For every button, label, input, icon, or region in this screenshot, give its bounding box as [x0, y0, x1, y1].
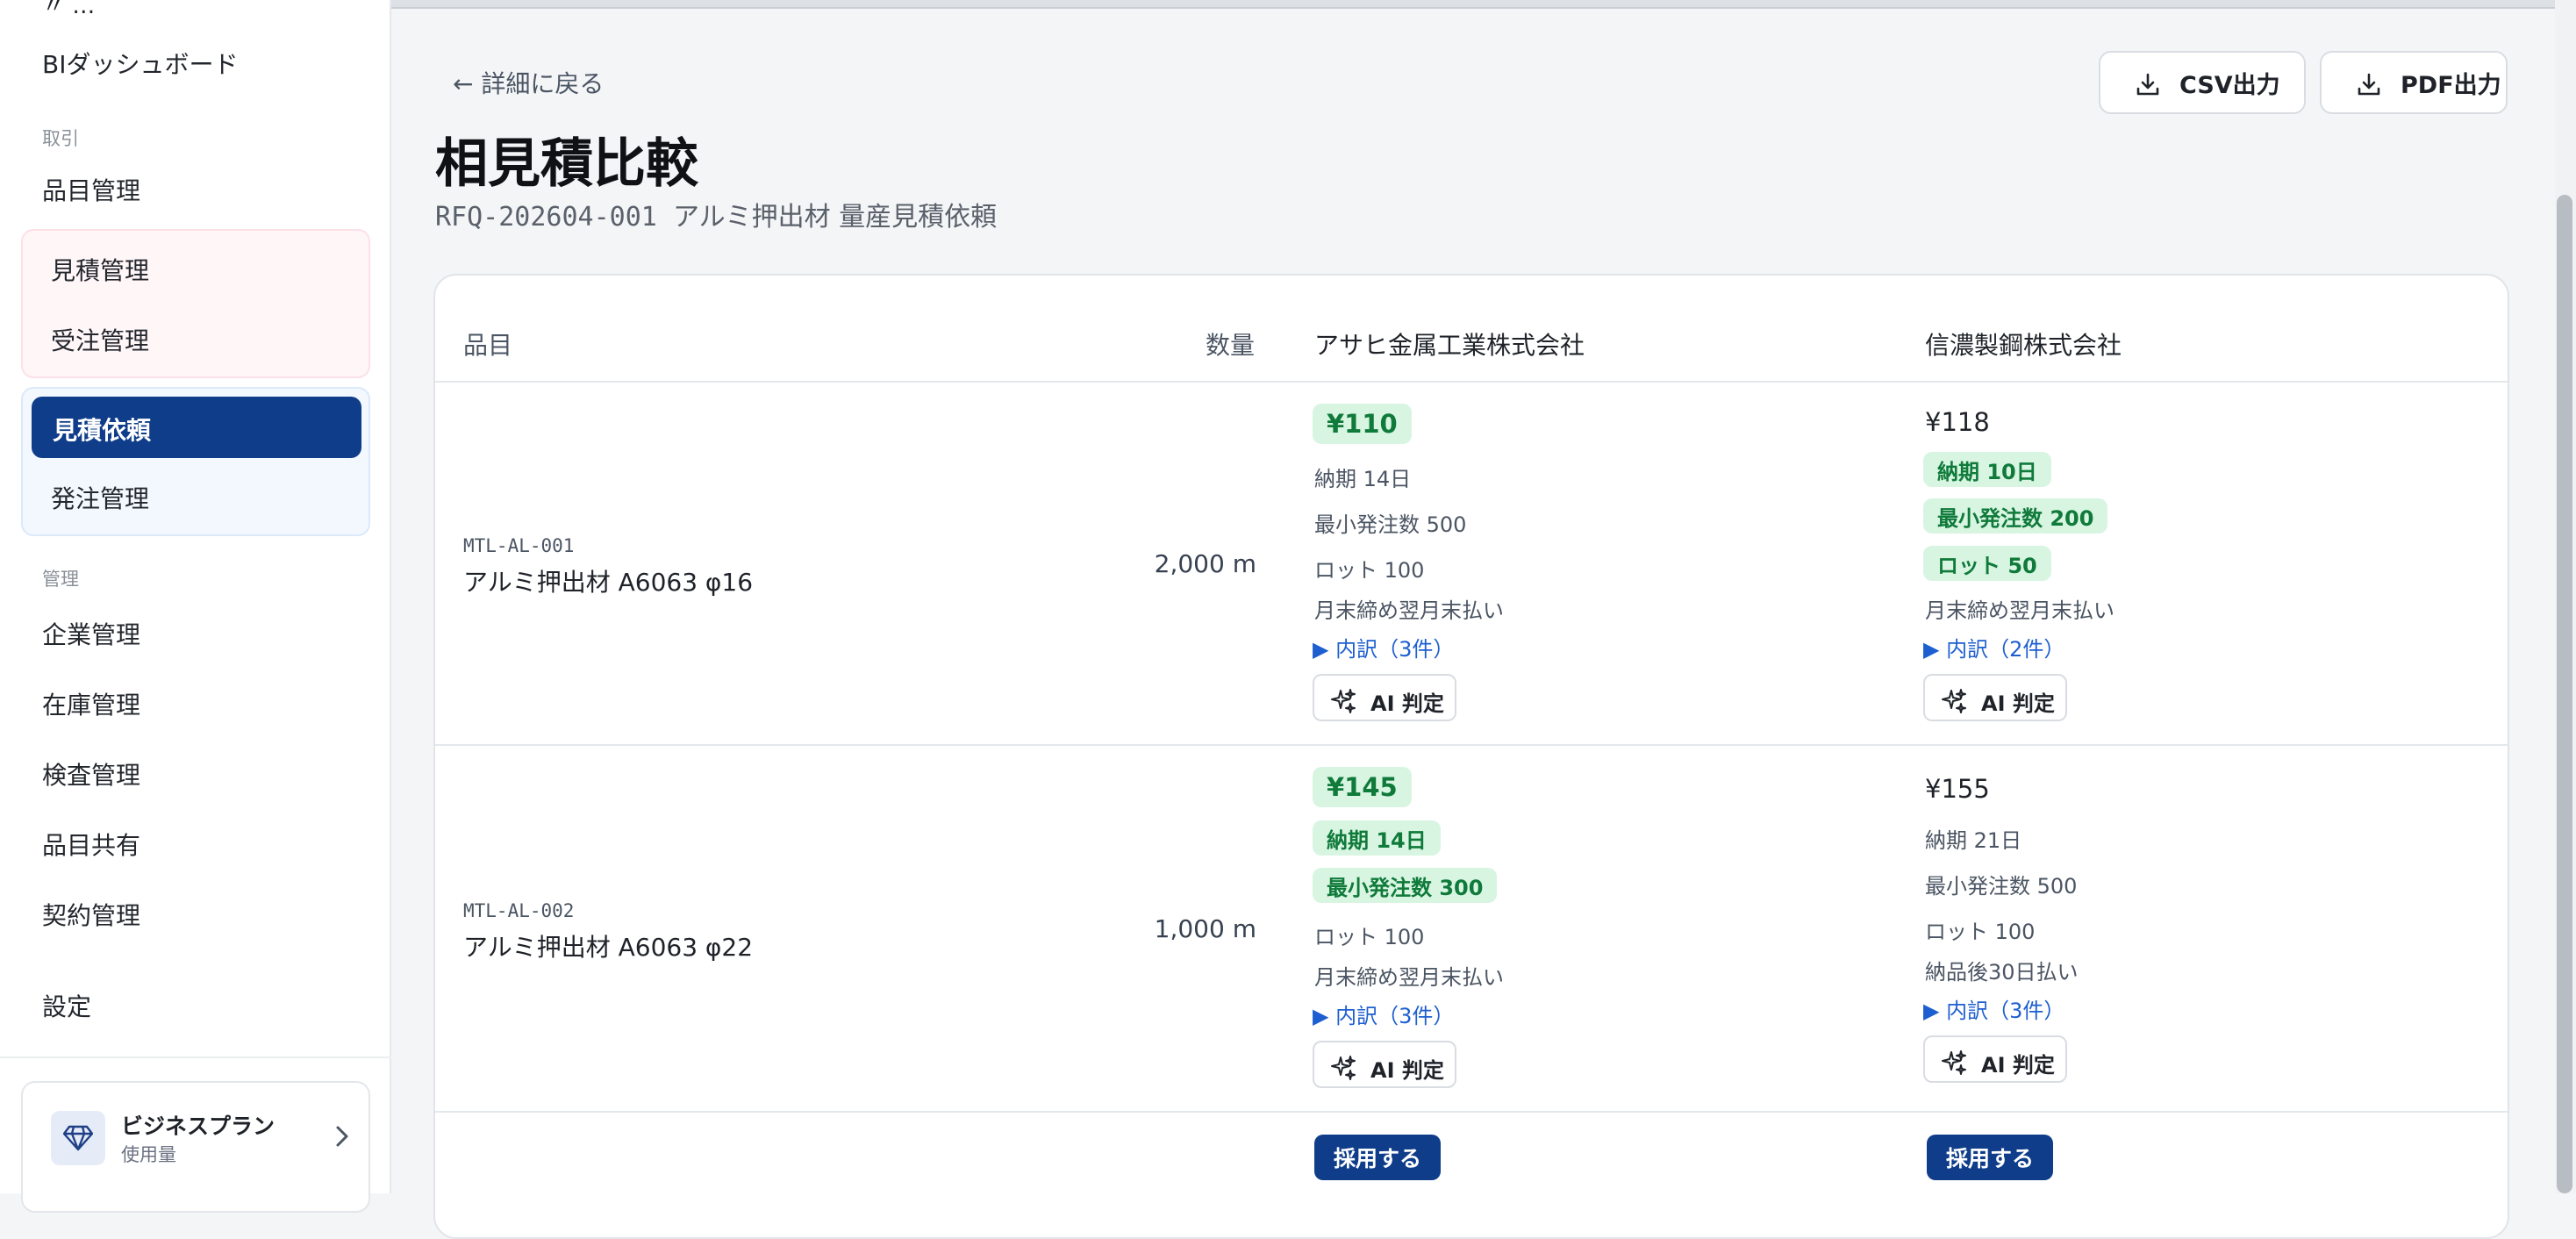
- column-header-item: 品目: [463, 331, 513, 360]
- ai-judge-button[interactable]: AI 判定: [1923, 674, 2067, 721]
- row-divider: [435, 1111, 2508, 1113]
- comparison-card: [433, 274, 2509, 1239]
- csv-export-button[interactable]: CSV出力: [2099, 51, 2306, 114]
- ai-judge-label: AI 判定: [1370, 691, 1444, 716]
- sidebar-group-sales: 見積管理 受注管理: [21, 229, 370, 378]
- best-lead-time-chip: 納期 10日: [1923, 452, 2051, 487]
- rfq-name: アルミ押出材 量産見積依頼: [672, 202, 998, 233]
- sidebar-item-rfq-label: 見積依頼: [53, 416, 152, 445]
- lead-time: 納期 14日: [1314, 467, 1412, 491]
- sidebar-item-rfq[interactable]: 見積依頼: [32, 397, 361, 458]
- row-divider: [435, 744, 2508, 746]
- best-price-badge: ¥145: [1313, 767, 1412, 807]
- sidebar-divider: [0, 1056, 391, 1058]
- download-icon: [2136, 73, 2159, 96]
- lead-time: 納期 21日: [1925, 828, 2022, 853]
- item-qty: 1,000 m: [1154, 914, 1256, 943]
- lot-size: ロット 100: [1925, 920, 2036, 944]
- ai-judge-label: AI 判定: [1370, 1058, 1444, 1083]
- sidebar-section-admin: 管理: [42, 569, 79, 590]
- sidebar-item-quote-mgmt[interactable]: 見積管理: [51, 252, 149, 287]
- adopt-button-supplier-1[interactable]: 採用する: [1314, 1135, 1442, 1180]
- header-divider: [435, 381, 2508, 383]
- item-code: MTL-AL-001: [463, 535, 575, 556]
- best-lot-chip: ロット 50: [1923, 546, 2051, 581]
- payment-terms: 月末締め翌月末払い: [1925, 598, 2114, 623]
- sidebar: 〃 … BIダッシュボード 取引 品目管理 見積管理 受注管理 見積依頼 発注管…: [0, 0, 391, 1213]
- column-header-qty: 数量: [1206, 331, 1256, 360]
- page-title: 相見積比較: [435, 133, 698, 195]
- breakdown-toggle[interactable]: ▶ 内訳（3件）: [1313, 632, 1454, 662]
- sidebar-item-item-master[interactable]: 品目管理: [42, 172, 140, 207]
- sidebar-item-partial[interactable]: 〃 …: [42, 0, 95, 20]
- ai-judge-button[interactable]: AI 判定: [1313, 674, 1456, 721]
- item-qty: 2,000 m: [1154, 549, 1256, 578]
- ai-judge-button[interactable]: AI 判定: [1313, 1041, 1456, 1088]
- sidebar-item-contract[interactable]: 契約管理: [42, 897, 140, 932]
- sparkles-icon: [1942, 1050, 1966, 1075]
- item-code: MTL-AL-002: [463, 900, 575, 921]
- best-lead-time-chip: 納期 14日: [1313, 820, 1441, 856]
- plan-subtitle: 使用量: [121, 1144, 176, 1165]
- price: ¥118: [1925, 407, 1990, 437]
- breakdown-toggle[interactable]: ▶ 内訳（2件）: [1923, 632, 2064, 662]
- diamond-icon: [51, 1111, 105, 1165]
- sidebar-item-settings[interactable]: 設定: [42, 988, 91, 1023]
- top-border: [391, 0, 2555, 9]
- sidebar-group-purchase: 見積依頼 発注管理: [21, 387, 370, 536]
- ai-judge-label: AI 判定: [1981, 691, 2055, 716]
- pdf-export-button[interactable]: PDF出力: [2320, 51, 2508, 114]
- sidebar-item-order-mgmt[interactable]: 受注管理: [51, 322, 149, 357]
- best-min-order-chip: 最小発注数 300: [1313, 868, 1498, 903]
- adopt-button-supplier-2[interactable]: 採用する: [1927, 1135, 2054, 1180]
- sparkles-icon: [1331, 1056, 1356, 1080]
- best-price-badge: ¥110: [1313, 404, 1412, 444]
- sparkles-icon: [1942, 689, 1966, 713]
- best-min-order-chip: 最小発注数 200: [1923, 498, 2108, 534]
- item-name: アルミ押出材 A6063 φ22: [463, 933, 754, 962]
- scrollbar-thumb[interactable]: [2557, 195, 2572, 1193]
- ai-judge-label: AI 判定: [1981, 1053, 2055, 1078]
- lot-size: ロット 100: [1314, 925, 1425, 949]
- lot-size: ロット 100: [1314, 558, 1425, 583]
- back-link[interactable]: ← 詳細に戻る: [453, 65, 604, 100]
- pdf-export-label: PDF出力: [2401, 71, 2501, 99]
- sidebar-item-company[interactable]: 企業管理: [42, 616, 140, 651]
- download-icon: [2358, 73, 2380, 96]
- sidebar-item-inventory[interactable]: 在庫管理: [42, 686, 140, 721]
- sparkles-icon: [1331, 689, 1356, 713]
- column-header-supplier-1: アサヒ金属工業株式会社: [1314, 331, 1585, 360]
- sidebar-section-trade: 取引: [42, 128, 79, 149]
- breakdown-toggle[interactable]: ▶ 内訳（3件）: [1313, 999, 1454, 1029]
- sidebar-item-po-mgmt[interactable]: 発注管理: [51, 480, 149, 515]
- column-header-supplier-2: 信濃製鋼株式会社: [1925, 331, 2122, 360]
- ai-judge-button[interactable]: AI 判定: [1923, 1035, 2067, 1083]
- page-subtitle: RFQ-202604-001 アルミ押出材 量産見積依頼: [435, 195, 997, 233]
- payment-terms: 月末締め翌月末払い: [1314, 965, 1504, 990]
- min-order: 最小発注数 500: [1925, 874, 2078, 899]
- sidebar-item-item-share[interactable]: 品目共有: [42, 827, 140, 862]
- min-order: 最小発注数 500: [1314, 512, 1467, 537]
- payment-terms: 納品後30日払い: [1925, 960, 2079, 985]
- rfq-number: RFQ-202604-001: [435, 202, 657, 233]
- plan-title: ビジネスプラン: [121, 1114, 275, 1139]
- item-name: アルミ押出材 A6063 φ16: [463, 568, 754, 597]
- sidebar-item-bi-dashboard[interactable]: BIダッシュボード: [42, 46, 238, 81]
- sidebar-item-inspection[interactable]: 検査管理: [42, 756, 140, 791]
- chevron-right-icon: [336, 1126, 348, 1147]
- payment-terms: 月末締め翌月末払い: [1314, 598, 1504, 623]
- price: ¥155: [1925, 774, 1990, 804]
- csv-export-label: CSV出力: [2179, 71, 2280, 99]
- breakdown-toggle[interactable]: ▶ 内訳（3件）: [1923, 993, 2064, 1024]
